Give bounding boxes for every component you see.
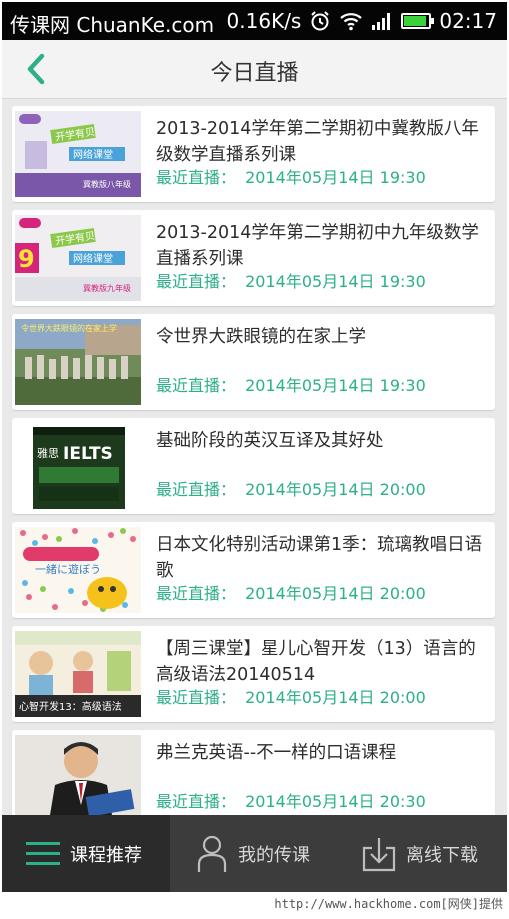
course-thumbnail: 一緒に遊ぼう bbox=[15, 527, 141, 613]
tab-my-courses[interactable]: 我的传课 bbox=[170, 815, 338, 892]
live-time: 19:30 bbox=[379, 272, 426, 291]
live-time: 20:00 bbox=[379, 584, 426, 603]
course-card[interactable]: 一緒に遊ぼう 日本文化特别活动课第1季：琉璃教唱日语歌 最近直播： 2014年0… bbox=[12, 522, 495, 618]
network-speed: 0.16K/s bbox=[226, 9, 302, 33]
thumb-text: IELTS bbox=[63, 444, 113, 464]
thumb-text: 令世界大跌眼镜的在家上学 bbox=[21, 323, 117, 333]
live-label: 最近直播： bbox=[156, 792, 237, 811]
status-bar-app-text: 传课网 ChuanKe.com bbox=[10, 13, 215, 37]
watermark-text: http://www.hackhome.com[网侠]提供 bbox=[274, 897, 503, 911]
live-date: 2014年05月14日 bbox=[245, 480, 375, 499]
status-bar-right: 0.16K/s 02:17 bbox=[227, 9, 497, 33]
tab-offline-download[interactable]: 离线下载 bbox=[338, 815, 507, 892]
live-label: 最近直播： bbox=[156, 688, 237, 707]
tab-label: 课程推荐 bbox=[70, 844, 142, 866]
live-date: 2014年05月14日 bbox=[245, 584, 375, 603]
live-time: 20:00 bbox=[379, 688, 426, 707]
alarm-icon bbox=[309, 10, 331, 32]
app-frame: 传课网 ChuanKe.com 0.16K/s 02:17 今日直播 开学有贝 … bbox=[2, 2, 507, 892]
live-date: 2014年05月14日 bbox=[245, 376, 375, 395]
course-card[interactable]: 9 开学有贝 网络课堂 冀教版九年级 2013-2014学年第二学期初中九年级数… bbox=[12, 210, 495, 306]
live-label: 最近直播： bbox=[156, 168, 237, 187]
live-date: 2014年05月14日 bbox=[245, 792, 375, 811]
bottom-navigation: 课程推荐 我的传课 离线下载 bbox=[2, 815, 507, 892]
user-icon bbox=[197, 835, 227, 872]
course-card[interactable]: 令世界大跌眼镜的在家上学 令世界大跌眼镜的在家上学 最近直播： 2014年05月… bbox=[12, 314, 495, 410]
course-card[interactable]: 弗兰克英语--不一样的口语课程 最近直播： 2014年05月14日 20:30 bbox=[12, 730, 495, 815]
thumb-text: 网络课堂 bbox=[73, 148, 113, 161]
course-live-time: 最近直播： 2014年05月14日 19:30 bbox=[156, 164, 426, 188]
course-thumbnail bbox=[15, 735, 141, 815]
course-live-time: 最近直播： 2014年05月14日 20:30 bbox=[156, 788, 426, 812]
tab-label: 离线下载 bbox=[406, 844, 478, 866]
course-list: 开学有贝 网络课堂 冀教版八年级 2013-2014学年第二学期初中冀教版八年级… bbox=[2, 100, 507, 815]
live-time: 19:30 bbox=[379, 376, 426, 395]
thumb-text: 网络课堂 bbox=[73, 252, 113, 265]
thumb-text: 冀教版九年级 bbox=[83, 283, 131, 293]
course-title: 基础阶段的英汉互译及其好处 bbox=[156, 431, 384, 451]
course-card[interactable]: 开学有贝 网络课堂 冀教版八年级 2013-2014学年第二学期初中冀教版八年级… bbox=[12, 106, 495, 202]
signal-icon bbox=[371, 12, 393, 30]
course-thumbnail: 令世界大跌眼镜的在家上学 bbox=[15, 319, 141, 405]
thumb-text: 一緒に遊ぼう bbox=[35, 562, 101, 576]
status-bar: 传课网 ChuanKe.com 0.16K/s 02:17 bbox=[2, 2, 507, 40]
tab-course-recommend[interactable]: 课程推荐 bbox=[2, 815, 170, 892]
live-label: 最近直播： bbox=[156, 480, 237, 499]
course-live-time: 最近直播： 2014年05月14日 19:30 bbox=[156, 268, 426, 292]
live-label: 最近直播： bbox=[156, 272, 237, 291]
live-date: 2014年05月14日 bbox=[245, 168, 375, 187]
thumb-text: 雅思 bbox=[37, 446, 59, 460]
live-label: 最近直播： bbox=[156, 376, 237, 395]
battery-icon bbox=[401, 13, 435, 29]
header-bar: 今日直播 bbox=[2, 40, 507, 99]
course-thumbnail: 9 开学有贝 网络课堂 冀教版九年级 bbox=[15, 215, 141, 301]
course-live-time: 最近直播： 2014年05月14日 19:30 bbox=[156, 372, 426, 396]
course-live-time: 最近直播： 2014年05月14日 20:00 bbox=[156, 684, 426, 708]
live-time: 20:00 bbox=[379, 480, 426, 499]
course-title: 【周三课堂】星儿心智开发（13）语言的高级语法20140514 bbox=[156, 639, 476, 685]
thumb-text: 冀教版八年级 bbox=[83, 179, 131, 189]
status-time: 02:17 bbox=[439, 9, 497, 33]
live-time: 19:30 bbox=[379, 168, 426, 187]
course-title: 日本文化特别活动课第1季：琉璃教唱日语歌 bbox=[156, 535, 483, 581]
course-title: 弗兰克英语--不一样的口语课程 bbox=[156, 743, 397, 763]
course-card[interactable]: 心智开发13：高级语法 【周三课堂】星儿心智开发（13）语言的高级语法20140… bbox=[12, 626, 495, 722]
live-date: 2014年05月14日 bbox=[245, 688, 375, 707]
live-time: 20:30 bbox=[379, 792, 426, 811]
live-label: 最近直播： bbox=[156, 584, 237, 603]
wifi-icon bbox=[339, 11, 363, 31]
course-thumbnail: 心智开发13：高级语法 bbox=[15, 631, 141, 717]
menu-icon bbox=[26, 841, 60, 865]
course-card[interactable]: 雅思 IELTS 基础阶段的英汉互译及其好处 最近直播： 2014年05月14日… bbox=[12, 418, 495, 514]
course-thumbnail: 开学有贝 网络课堂 冀教版八年级 bbox=[15, 111, 141, 197]
live-date: 2014年05月14日 bbox=[245, 272, 375, 291]
course-title: 2013-2014学年第二学期初中冀教版八年级数学直播系列课 bbox=[156, 119, 479, 165]
page-title: 今日直播 bbox=[210, 61, 299, 86]
course-title: 2013-2014学年第二学期初中九年级数学直播系列课 bbox=[156, 223, 479, 269]
download-icon bbox=[362, 837, 396, 871]
course-live-time: 最近直播： 2014年05月14日 20:00 bbox=[156, 580, 426, 604]
thumb-text: 9 bbox=[18, 245, 35, 273]
thumb-text: 心智开发13：高级语法 bbox=[19, 700, 122, 713]
course-live-time: 最近直播： 2014年05月14日 20:00 bbox=[156, 476, 426, 500]
course-thumbnail: 雅思 IELTS bbox=[15, 423, 141, 509]
course-title: 令世界大跌眼镜的在家上学 bbox=[156, 327, 366, 347]
tab-label: 我的传课 bbox=[238, 844, 310, 866]
